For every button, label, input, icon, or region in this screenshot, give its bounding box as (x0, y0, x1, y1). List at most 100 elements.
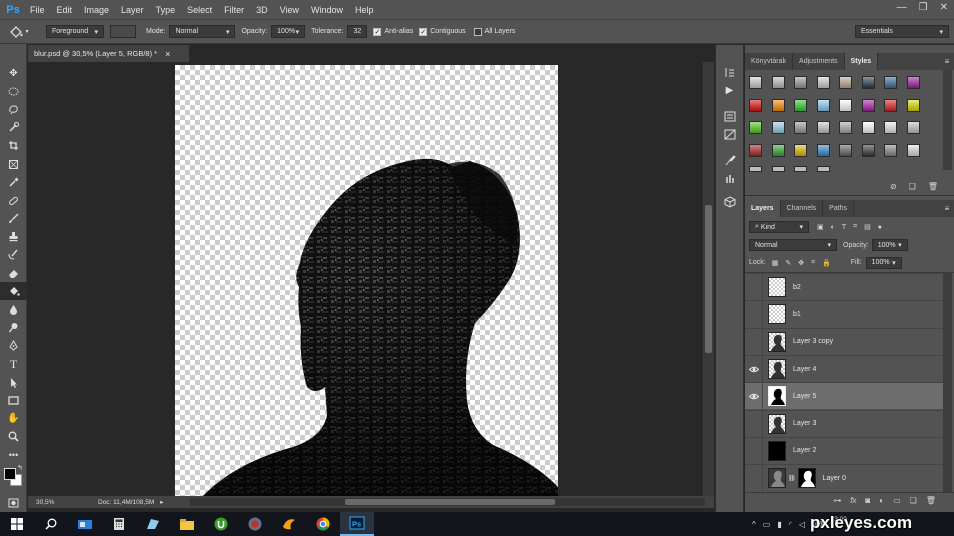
layer-thumbnail[interactable] (768, 440, 786, 461)
media-player-icon[interactable] (238, 512, 272, 536)
menu-select[interactable]: Select (181, 5, 218, 15)
mode-select[interactable]: Normal ▾ (169, 25, 236, 38)
task-view-icon[interactable] (68, 512, 102, 536)
tab-styles[interactable]: Styles (844, 53, 879, 70)
history-brush-tool-icon[interactable] (0, 246, 27, 264)
lock-pixels-icon[interactable]: ✎ (785, 259, 791, 267)
style-swatch[interactable] (861, 76, 875, 89)
brush-tool-icon[interactable] (0, 210, 27, 228)
quick-selection-tool-icon[interactable] (0, 119, 27, 137)
menu-edit[interactable]: Edit (51, 5, 79, 15)
new-layer-icon[interactable]: ❏ (910, 496, 917, 505)
tab-layers[interactable]: Layers (745, 200, 781, 217)
layer-style-icon[interactable]: fx (850, 496, 856, 505)
style-swatch[interactable] (816, 166, 830, 172)
menu-window[interactable]: Window (305, 5, 349, 15)
swap-colors-icon[interactable]: ↰ (17, 464, 23, 472)
style-swatch[interactable] (794, 98, 807, 112)
tab-konyvtarak[interactable]: Könyvtárak (745, 53, 794, 70)
panel-menu-icon[interactable]: ≡ (940, 53, 954, 70)
style-swatch[interactable] (884, 143, 897, 157)
document-tab[interactable]: blur.psd @ 30,5% (Layer 5, RGB/8) * × (28, 45, 190, 62)
layer-visibility-eye-icon[interactable] (745, 274, 763, 301)
layer-fill-input[interactable]: 100% ▾ (865, 256, 902, 269)
layers-scrollbar[interactable] (943, 273, 952, 492)
eyedropper-tool-icon[interactable] (0, 173, 27, 191)
layer-filter-kind-select[interactable]: ⌕ Kind ▾ (749, 221, 809, 233)
brush-settings-panel-icon[interactable] (716, 151, 743, 169)
dodge-tool-icon[interactable] (0, 319, 27, 337)
style-swatch[interactable] (906, 76, 920, 89)
filter-adjustment-icon[interactable]: ◐ (831, 224, 835, 231)
close-icon[interactable]: ✕ (940, 2, 948, 13)
menu-layer[interactable]: Layer (115, 5, 150, 15)
style-swatch[interactable] (861, 143, 875, 157)
blend-mode-select[interactable]: Normal ▾ (749, 239, 837, 251)
layer-thumbnail[interactable] (768, 277, 786, 298)
marquee-tool-icon[interactable] (0, 82, 27, 100)
move-tool-icon[interactable]: ✥ (0, 64, 27, 82)
layer-thumbnail[interactable] (768, 331, 786, 352)
filter-type-icon[interactable]: T (842, 224, 846, 231)
style-swatch[interactable] (906, 98, 920, 112)
paint-bucket-preset-icon[interactable]: ▾ (0, 25, 38, 38)
layer-visibility-eye-icon[interactable] (745, 328, 763, 355)
style-swatch[interactable] (839, 98, 852, 112)
edge-legacy-icon[interactable] (136, 512, 170, 536)
style-swatch[interactable] (749, 121, 762, 134)
menu-filter[interactable]: Filter (218, 5, 250, 15)
properties-panel-icon[interactable] (716, 107, 743, 125)
workspace-select[interactable]: Essentials ▾ (855, 25, 949, 38)
layer-row[interactable]: ⛓ Layer 0 (745, 464, 943, 492)
mask-link-icon[interactable]: ⛓ (788, 475, 796, 482)
style-swatch[interactable] (839, 121, 852, 134)
style-swatch[interactable] (794, 166, 807, 172)
style-swatch[interactable] (749, 76, 762, 89)
paint-bucket-tool-icon[interactable] (0, 282, 27, 301)
lasso-tool-icon[interactable] (0, 100, 27, 118)
layer-visibility-eye-icon[interactable] (745, 355, 763, 383)
tab-channels[interactable]: Channels (781, 200, 824, 217)
brushes-panel-icon[interactable] (716, 169, 743, 187)
zoom-tool-icon[interactable] (0, 428, 27, 446)
rectangle-tool-icon[interactable] (0, 391, 27, 409)
layer-thumbnail[interactable] (768, 468, 786, 489)
layer-row[interactable]: Layer 5 (745, 382, 943, 410)
layer-visibility-eye-icon[interactable] (745, 301, 763, 328)
lock-all-icon[interactable]: 🔒 (822, 259, 831, 267)
filter-shape-icon[interactable]: ⌗ (853, 223, 857, 231)
menu-view[interactable]: View (274, 5, 305, 15)
layer-thumbnail[interactable] (768, 413, 786, 434)
right-scrollbar[interactable] (943, 70, 952, 170)
delete-style-icon[interactable]: 🗑 (928, 182, 938, 191)
healing-brush-tool-icon[interactable] (0, 191, 27, 209)
more-tools-icon[interactable]: ••• (0, 446, 27, 464)
style-swatch[interactable] (749, 98, 762, 112)
battery-icon[interactable]: ▮ (777, 520, 781, 529)
zoom-level[interactable]: 30,5% (36, 499, 84, 506)
crop-tool-icon[interactable] (0, 137, 27, 155)
layer-row[interactable]: Layer 3 (745, 409, 943, 437)
layer-mask-thumbnail[interactable] (797, 468, 816, 489)
eraser-tool-icon[interactable] (0, 264, 27, 282)
path-selection-tool-icon[interactable] (0, 373, 27, 391)
layer-visibility-eye-icon[interactable] (745, 410, 763, 437)
new-adjustment-layer-icon[interactable]: ◐ (879, 496, 884, 505)
delete-layer-icon[interactable]: 🗑 (926, 496, 936, 505)
document-info[interactable]: Doc: 11,4M/108,5M (98, 499, 154, 506)
layer-opacity-input[interactable]: 100% ▾ (871, 239, 908, 251)
usb-icon[interactable]: ▭ (763, 520, 771, 529)
volume-icon[interactable]: ◁ (799, 520, 805, 529)
style-swatch[interactable] (816, 76, 830, 89)
menu-type[interactable]: Type (150, 5, 182, 15)
menu-help[interactable]: Help (349, 5, 380, 15)
layer-row[interactable]: Layer 3 copy (745, 327, 943, 355)
document-canvas[interactable] (175, 65, 558, 496)
new-style-icon[interactable]: ❏ (909, 182, 916, 191)
pattern-picker[interactable] (110, 25, 136, 38)
filter-smart-object-icon[interactable]: ▤ (864, 223, 871, 231)
fill-source-select[interactable]: Foreground ▾ (46, 25, 104, 38)
layer-thumbnail[interactable] (768, 304, 786, 325)
calculator-icon[interactable] (102, 512, 136, 536)
windows-start-icon[interactable] (0, 512, 34, 536)
